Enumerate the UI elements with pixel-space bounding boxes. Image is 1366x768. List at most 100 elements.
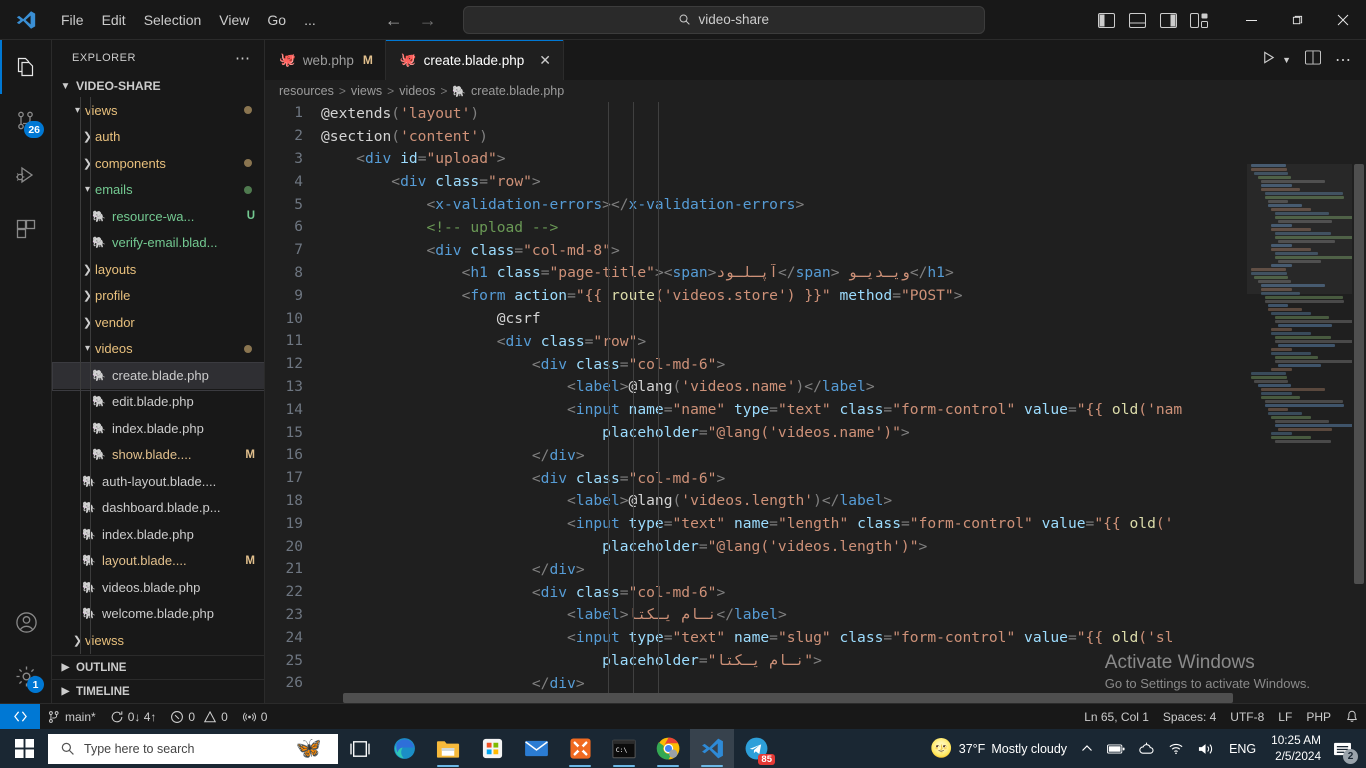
- tree-file-index-blade-php[interactable]: 🐘 index.blade.php: [52, 521, 264, 548]
- tree-folder-auth[interactable]: ❯ auth: [52, 124, 264, 151]
- wifi-icon[interactable]: [1161, 729, 1191, 768]
- tree-file-index-blade-php[interactable]: 🐘 index.blade.php: [52, 415, 264, 442]
- taskbar-app-xampp[interactable]: [558, 729, 602, 768]
- ellipsis-icon[interactable]: ⋯: [228, 49, 258, 67]
- code-line-content[interactable]: <div class="col-md-8">: [321, 242, 1366, 259]
- code-line-content[interactable]: placeholder="@lang('videos.name')">: [321, 424, 1366, 441]
- taskbar-app-microsoft-store[interactable]: [470, 729, 514, 768]
- tree-file-dashboard-blade-p[interactable]: 🐘 dashboard.blade.p...: [52, 495, 264, 522]
- menu-file[interactable]: File: [52, 8, 93, 32]
- tree-file-resource-wa[interactable]: 🐘 resource-wa... U: [52, 203, 264, 230]
- tree-folder-emails[interactable]: ▾ emails: [52, 177, 264, 204]
- tab-create-blade-php[interactable]: 🐙 create.blade.php ✕: [385, 40, 564, 80]
- taskbar-search-input[interactable]: Type here to search 🦋: [48, 733, 338, 764]
- status-branch[interactable]: main*: [40, 704, 103, 730]
- code-line-content[interactable]: </div>: [321, 561, 1366, 578]
- toggle-panel-icon[interactable]: [1126, 9, 1148, 31]
- editor-vertical-scrollbar[interactable]: [1352, 164, 1366, 703]
- code-line-content[interactable]: <form action="{{ route('videos.store') }…: [321, 287, 1366, 304]
- split-editor-icon[interactable]: [1305, 50, 1321, 70]
- breadcrumb-item[interactable]: views: [351, 84, 382, 98]
- volume-icon[interactable]: [1191, 729, 1222, 768]
- weather-widget[interactable]: 🌝 37°F Mostly cloudy: [923, 729, 1074, 768]
- tree-folder-viewss[interactable]: ❯ viewss: [52, 627, 264, 654]
- tab-web-php[interactable]: 🐙 web.php M: [265, 40, 386, 80]
- status-eol[interactable]: LF: [1271, 704, 1299, 730]
- code-line-content[interactable]: <div class="row">: [321, 173, 1366, 190]
- windows-start-icon[interactable]: [0, 729, 48, 768]
- taskbar-app-google-chrome[interactable]: [646, 729, 690, 768]
- tree-folder-views[interactable]: ▾ views: [52, 97, 264, 124]
- onedrive-icon[interactable]: [1132, 729, 1161, 768]
- code-line-content[interactable]: <div id="upload">: [321, 150, 1366, 167]
- run-icon[interactable]: [1261, 50, 1276, 70]
- chevron-down-icon[interactable]: ▼: [1282, 55, 1291, 65]
- breadcrumb-item[interactable]: create.blade.php: [471, 84, 564, 98]
- workspace-folder-header[interactable]: ▼ VIDEO-SHARE: [52, 75, 264, 97]
- minimap-slider[interactable]: [1247, 164, 1352, 294]
- tree-folder-videos[interactable]: ▾ videos: [52, 336, 264, 363]
- minimize-button[interactable]: [1228, 0, 1274, 40]
- editor-horizontal-scrollbar[interactable]: [265, 693, 1352, 703]
- taskbar-app-command-prompt[interactable]: C:\: [602, 729, 646, 768]
- timeline-panel-header[interactable]: ▶ TIMELINE: [52, 679, 264, 703]
- activity-item-accounts[interactable]: [0, 595, 52, 649]
- tree-file-show-blade[interactable]: 🐘 show.blade.... M: [52, 442, 264, 469]
- tree-file-verify-email-blad[interactable]: 🐘 verify-email.blad...: [52, 230, 264, 257]
- status-encoding[interactable]: UTF-8: [1223, 704, 1271, 730]
- arrow-right-icon[interactable]: →: [419, 11, 437, 29]
- menu-more[interactable]: ...: [295, 8, 325, 32]
- code-line-content[interactable]: <div class="col-md-6">: [321, 470, 1366, 487]
- code-line-content[interactable]: <input name="name" type="text" class="fo…: [321, 401, 1366, 418]
- tree-file-create-blade-php[interactable]: 🐘 create.blade.php: [52, 362, 264, 390]
- quick-input-search[interactable]: video-share: [462, 5, 985, 34]
- remote-window-indicator[interactable]: [0, 703, 40, 730]
- arrow-left-icon[interactable]: ←: [385, 11, 403, 29]
- activity-item-settings[interactable]: 1: [0, 649, 52, 703]
- more-actions-icon[interactable]: ⋯: [1335, 50, 1352, 70]
- code-line-content[interactable]: </div>: [321, 447, 1366, 464]
- menu-selection[interactable]: Selection: [135, 8, 211, 32]
- tree-folder-profile[interactable]: ❯ profile: [52, 283, 264, 310]
- customize-layout-icon[interactable]: [1188, 9, 1210, 31]
- menu-go[interactable]: Go: [258, 8, 295, 32]
- code-line-content[interactable]: @section('content'): [321, 128, 1366, 145]
- code-line-content[interactable]: <label>@lang('videos.name')</label>: [321, 378, 1366, 395]
- code-line-content[interactable]: <div class="row">: [321, 333, 1366, 350]
- outline-panel-header[interactable]: ▶ OUTLINE: [52, 655, 264, 679]
- close-icon[interactable]: ✕: [539, 53, 551, 67]
- tree-folder-vendor[interactable]: ❯ vendor: [52, 309, 264, 336]
- notification-center-button[interactable]: 2: [1329, 729, 1362, 768]
- code-line-content[interactable]: @csrf: [321, 310, 1366, 327]
- toggle-primary-sidebar-icon[interactable]: [1095, 9, 1117, 31]
- show-hidden-icons-icon[interactable]: [1074, 729, 1100, 768]
- tree-file-edit-blade-php[interactable]: 🐘 edit.blade.php: [52, 389, 264, 416]
- scrollbar-thumb[interactable]: [1354, 164, 1364, 584]
- breadcrumb-item[interactable]: resources: [279, 84, 334, 98]
- code-line-content[interactable]: <!-- upload -->: [321, 219, 1366, 236]
- status-indentation[interactable]: Spaces: 4: [1156, 704, 1223, 730]
- status-notifications[interactable]: [1338, 704, 1366, 730]
- battery-icon[interactable]: [1100, 729, 1132, 768]
- activity-item-run-and-debug[interactable]: [0, 148, 52, 202]
- taskbar-app-mail[interactable]: [514, 729, 558, 768]
- taskbar-app-visual-studio-code[interactable]: [690, 729, 734, 768]
- menu-edit[interactable]: Edit: [93, 8, 135, 32]
- minimap[interactable]: [1247, 164, 1352, 703]
- task-view-icon[interactable]: [338, 729, 382, 768]
- code-line-content[interactable]: <div class="col-md-6">: [321, 584, 1366, 601]
- status-language-mode[interactable]: PHP: [1299, 704, 1338, 730]
- maximize-button[interactable]: [1274, 0, 1320, 40]
- activity-item-explorer[interactable]: [0, 40, 52, 94]
- status-sync[interactable]: 0↓ 4↑: [103, 704, 164, 730]
- code-line-content[interactable]: <label>نـام یـکتا</label>: [321, 606, 1366, 623]
- breadcrumb-item[interactable]: videos: [399, 84, 435, 98]
- code-line-content[interactable]: placeholder="@lang('videos.length')">: [321, 538, 1366, 555]
- status-problems[interactable]: 0 0: [163, 704, 234, 730]
- toggle-secondary-sidebar-icon[interactable]: [1157, 9, 1179, 31]
- tree-folder-layouts[interactable]: ❯ layouts: [52, 256, 264, 283]
- clock[interactable]: 10:25 AM 2/5/2024: [1263, 733, 1329, 765]
- code-line-content[interactable]: placeholder="نـام یـکتا">: [321, 652, 1366, 669]
- code-line-content[interactable]: @extends('layout'): [321, 105, 1366, 122]
- activity-item-extensions[interactable]: [0, 202, 52, 256]
